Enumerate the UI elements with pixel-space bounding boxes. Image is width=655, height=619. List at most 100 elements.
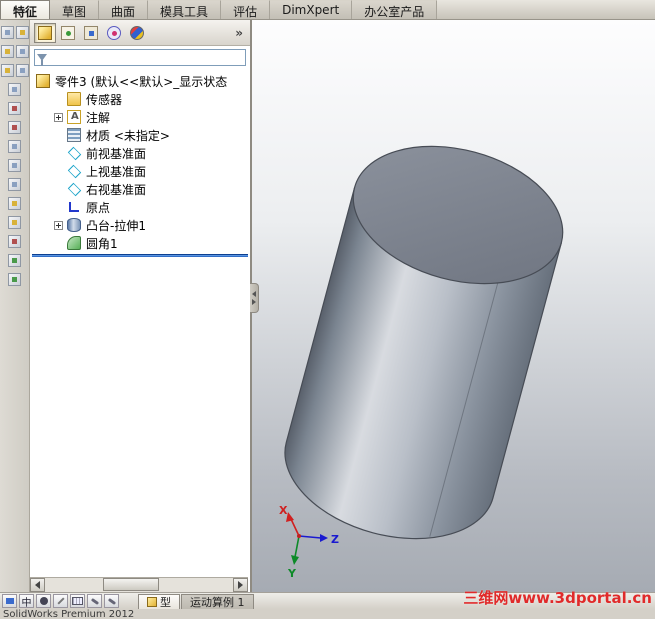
commandmanager-tabbar: 特征 草图 曲面 模具工具 评估 DimXpert 办公室产品: [0, 0, 655, 20]
tab-office-products[interactable]: 办公室产品: [352, 0, 438, 19]
watermark-text: 三维网www.3dportal.cn: [463, 589, 652, 607]
model-motion-tabs: 型 运动算例 1: [138, 594, 254, 609]
top-plane-icon: [67, 164, 81, 178]
toolbar-button[interactable]: [8, 235, 21, 248]
tree-item-label: 上视基准面: [86, 164, 147, 179]
tree-item-top-plane[interactable]: 上视基准面: [30, 162, 250, 180]
ime-chinese-icon[interactable]: 中: [19, 594, 34, 609]
boss-extrude-icon: [67, 218, 81, 232]
graphics-viewport[interactable]: X Z Y: [252, 20, 655, 592]
tab-dimxpert[interactable]: DimXpert: [270, 0, 353, 19]
panel-horizontal-scrollbar[interactable]: [30, 577, 248, 592]
part-icon: [36, 74, 50, 88]
tab-sketch[interactable]: 草图: [50, 0, 100, 19]
tree-item-label: 材质 <未指定>: [86, 128, 170, 143]
right-arrow-icon: [238, 581, 243, 589]
dimxpertmanager-tab-button[interactable]: [103, 23, 125, 43]
ime-options-icon[interactable]: [104, 594, 119, 608]
app-footer: SolidWorks Premium 2012: [0, 609, 655, 619]
collapse-left-icon: [252, 291, 256, 297]
toolbar-button[interactable]: [15, 45, 29, 58]
ime-pen-icon[interactable]: [53, 594, 68, 608]
ime-tools-icon[interactable]: [87, 594, 102, 608]
toolbar-button[interactable]: [15, 64, 29, 77]
tree-item-label: 传感器: [86, 92, 123, 107]
feature-tree: 零件3 (默认<<默认>_显示状态 传感器 注解 材质 <未指定> 前视基准面: [30, 69, 250, 257]
ime-language-icon[interactable]: [2, 594, 17, 608]
tree-item-label: 前视基准面: [86, 146, 147, 161]
scroll-left-button[interactable]: [30, 578, 45, 592]
tree-item-front-plane[interactable]: 前视基准面: [30, 144, 250, 162]
solidworks-window: 特征 草图 曲面 模具工具 评估 DimXpert 办公室产品 » 零件3 (默…: [0, 0, 655, 619]
model-tab-icon: [147, 597, 157, 607]
toolbar-button[interactable]: [0, 45, 14, 58]
tab-mold-tools[interactable]: 模具工具: [148, 0, 222, 19]
toolbar-button[interactable]: [8, 121, 21, 134]
toolbar-button[interactable]: [8, 83, 21, 96]
panel-splitter-handle[interactable]: [250, 283, 259, 313]
tree-item-label: 注解: [86, 110, 111, 125]
featuremanager-icon: [38, 25, 52, 40]
toolbar-button[interactable]: [8, 254, 21, 267]
tree-item-fillet[interactable]: 圆角1: [30, 234, 250, 252]
origin-icon: [67, 200, 81, 214]
dimxpertmanager-icon: [107, 25, 121, 40]
ime-fullwidth-icon[interactable]: [36, 594, 51, 608]
expand-toggle[interactable]: [54, 220, 63, 230]
toolbar-button[interactable]: [8, 178, 21, 191]
ime-keyboard-icon[interactable]: [70, 594, 85, 608]
featuremanager-tab-button[interactable]: [34, 22, 56, 43]
ime-language-bar: 中: [2, 594, 119, 609]
tree-root-label: 零件3 (默认<<默认>_显示状态: [55, 74, 228, 89]
tab-features[interactable]: 特征: [0, 0, 51, 19]
toolbar-button[interactable]: [0, 26, 14, 39]
triad-z-label: Z: [331, 533, 339, 546]
rollback-bar[interactable]: [32, 254, 248, 257]
toolbar-button[interactable]: [8, 102, 21, 115]
scrollbar-thumb[interactable]: [103, 578, 159, 591]
toolbar-button[interactable]: [15, 26, 29, 39]
left-arrow-icon: [35, 581, 40, 589]
toolbar-button[interactable]: [8, 197, 21, 210]
app-footer-label: SolidWorks Premium 2012: [3, 609, 135, 619]
tree-root[interactable]: 零件3 (默认<<默认>_显示状态: [30, 72, 250, 90]
toolbar-button[interactable]: [0, 64, 14, 77]
left-toolbar: [0, 20, 30, 592]
tab-surfaces[interactable]: 曲面: [99, 0, 149, 19]
tree-item-label: 圆角1: [86, 236, 118, 251]
scrollbar-track[interactable]: [45, 578, 233, 592]
configurationmanager-icon: [84, 25, 98, 40]
scroll-right-button[interactable]: [233, 578, 248, 592]
tree-item-annotations[interactable]: 注解: [30, 108, 250, 126]
triad-x-label: X: [279, 504, 288, 517]
expand-toggle[interactable]: [54, 112, 63, 122]
propertymanager-icon: [61, 25, 75, 40]
tree-item-sensors[interactable]: 传感器: [30, 90, 250, 108]
triad-y-label: Y: [287, 567, 297, 580]
front-plane-icon: [67, 146, 81, 160]
tree-item-origin[interactable]: 原点: [30, 198, 250, 216]
displaymanager-tab-button[interactable]: [126, 23, 148, 43]
featuremanager-panel: » 零件3 (默认<<默认>_显示状态 传感器 注解: [30, 20, 252, 592]
filter-input[interactable]: [50, 50, 245, 65]
motion-study-tab[interactable]: 运动算例 1: [181, 594, 254, 609]
right-plane-icon: [67, 182, 81, 196]
tree-item-material[interactable]: 材质 <未指定>: [30, 126, 250, 144]
model-tab-label: 型: [160, 596, 171, 609]
panel-overflow-chevron[interactable]: »: [232, 26, 246, 40]
tab-evaluate[interactable]: 评估: [221, 0, 271, 19]
toolbar-button[interactable]: [8, 140, 21, 153]
tree-item-boss-extrude[interactable]: 凸台-拉伸1: [30, 216, 250, 234]
toolbar-button[interactable]: [8, 159, 21, 172]
annotations-icon: [67, 110, 81, 124]
model-tab[interactable]: 型: [138, 594, 180, 609]
configurationmanager-tab-button[interactable]: [80, 23, 102, 43]
tree-item-right-plane[interactable]: 右视基准面: [30, 180, 250, 198]
cylinder-model: [284, 145, 564, 540]
toolbar-button[interactable]: [8, 216, 21, 229]
toolbar-button[interactable]: [8, 273, 21, 286]
sensors-icon: [67, 92, 81, 106]
filter-row: [30, 46, 250, 69]
propertymanager-tab-button[interactable]: [57, 23, 79, 43]
viewport-canvas[interactable]: X Z Y: [252, 20, 655, 592]
